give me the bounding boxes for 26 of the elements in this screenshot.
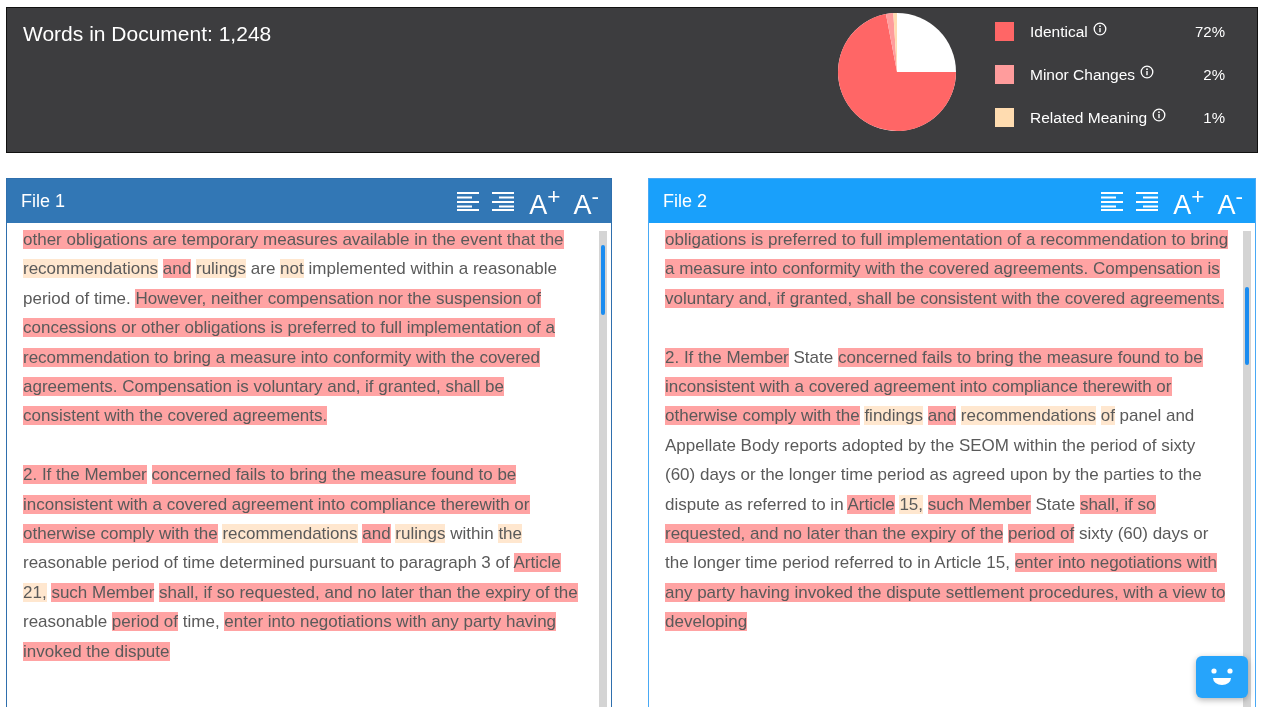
align-left-icon[interactable] [457, 191, 480, 211]
document-paragraph: 2. If the Member State concerned fails to bring the measure found to be inconsistent with a covered agreement into compliance therewith or otherwise comply with the findings and recommendations of panel and Appellate Body reports adopted by the SEOM within the period of sixty (60) days or the longer time period as agreed upon by the parties to the dispute as referred to in Article 15, such Member State shall, if so requested, and no later than the expiry of the period of sixty (60) days or the longer time period referred to in Article 15, enter into negotiations with any party having invoked the dispute settlement procedures, with a view to developing [665, 346, 1227, 634]
legend-percent: 72% [1194, 23, 1225, 40]
chat-bot-button[interactable] [1196, 656, 1248, 698]
font-size-button[interactable]: A$^{+}$ [1171, 182, 1207, 220]
panel-title: File 1 [21, 190, 66, 212]
font-size-button[interactable]: A$^{+}$ [527, 182, 563, 220]
word-count: Words in Document: 1,248 [23, 22, 273, 46]
info-icon[interactable] [1092, 21, 1107, 36]
legend-label: Minor Changes [1030, 65, 1136, 84]
legend-percent: 1% [1203, 109, 1225, 126]
align-right-icon[interactable] [1136, 191, 1159, 211]
document-paragraph: other obligations are temporary measures available in the event that the recommendations and rulings are not implemented within a reasonable period of time. However, neither compensation nor the suspension of concessions or other obligations is preferred to full implementation of a recommendation to bring a measure into conformity with the covered agreements. Compensation is voluntary and, if granted, shall be consistent with the covered agreements. [23, 229, 565, 428]
info-icon[interactable] [1152, 107, 1167, 122]
scrollbar[interactable] [599, 231, 607, 707]
legend-label: Identical [1030, 22, 1088, 41]
font-size-button[interactable]: A$^{-}$ [571, 182, 601, 220]
scrollbar[interactable] [1243, 231, 1251, 707]
legend-percent: 2% [1203, 66, 1225, 83]
legend-label: Related Meaning [1030, 108, 1148, 127]
document-paragraph: obligations is preferred to full implementation of a recommendation to bring a measure into conformity with the covered agreements. Compensation is voluntary and, if granted, shall be consistent with the covered agreements. [665, 229, 1229, 310]
info-icon[interactable] [1140, 64, 1155, 79]
align-right-icon[interactable] [492, 191, 515, 211]
panel-title: File 2 [663, 190, 708, 212]
font-size-button[interactable]: A$^{-}$ [1215, 182, 1245, 220]
align-left-icon[interactable] [1101, 191, 1124, 211]
